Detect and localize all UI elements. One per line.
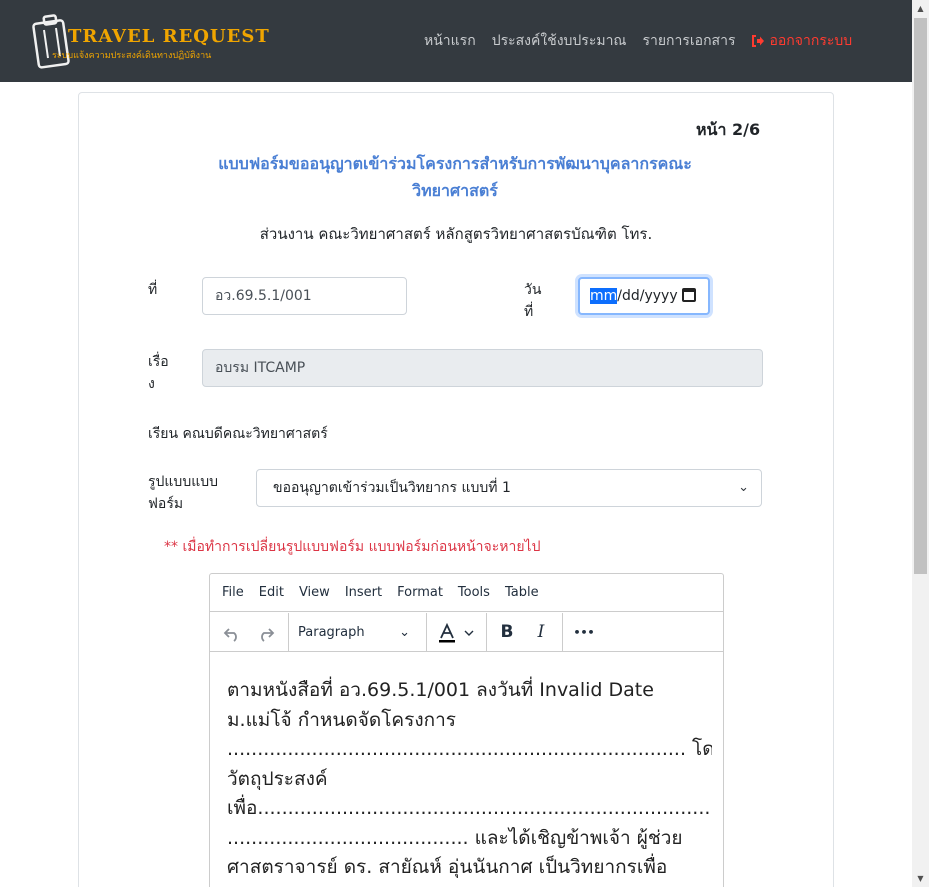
undo-icon [223, 627, 237, 642]
calendar-icon[interactable] [682, 288, 696, 302]
editor-line: ตามหนังสือที่ อว.69.5.1/001 ลงวันที่ Inv… [227, 679, 654, 701]
ref-number-input[interactable]: อว.69.5.1/001 [202, 277, 407, 315]
ref-label: ที่ [148, 282, 158, 298]
scrollbar-thumb[interactable] [914, 18, 927, 574]
page-number: หน้า 2/6 [696, 120, 761, 139]
menu-format[interactable]: Format [397, 585, 443, 600]
navbar: TRAVEL REQUEST ระบบแจ้งความประสงค์เดินทา… [0, 0, 912, 82]
editor-line: ........................................… [227, 738, 712, 760]
date-label-line-1: วัน [524, 282, 542, 298]
form-type-label: รูปแบบแบบ ฟอร์ม [148, 471, 218, 515]
text-color-button[interactable] [434, 613, 480, 652]
date-label: วัน ที่ [524, 279, 541, 323]
menu-insert[interactable]: Insert [345, 585, 382, 600]
editor-content[interactable]: ตามหนังสือที่ อว.69.5.1/001 ลงวันที่ Inv… [227, 676, 712, 883]
editor-line: เพื่อ...................................… [227, 797, 712, 819]
date-month-segment[interactable]: mm [590, 288, 618, 304]
toolbar-separator [562, 613, 563, 652]
menu-tools[interactable]: Tools [458, 585, 490, 600]
redo-button[interactable] [252, 613, 280, 652]
page-scrollbar[interactable]: ▲ ▼ [912, 0, 929, 887]
chevron-down-icon: ⌄ [399, 625, 410, 640]
nav-home-link[interactable]: หน้าแรก [424, 30, 476, 52]
editor-line: ม.แม่โจ้ กำหนดจัดโครงการ [227, 708, 456, 731]
block-format-label: Paragraph [298, 625, 365, 640]
warning-text: ** เมื่อทำการเปลี่ยนรูปแบบฟอร์ม แบบฟอร์ม… [164, 539, 541, 555]
department-text: ส่วนงาน คณะวิทยาศาสตร์ หลักสูตรวิทยาศาสต… [259, 225, 653, 243]
subject-label: เรื่อ ง [148, 351, 169, 395]
brand-title: TRAVEL REQUEST [68, 26, 270, 47]
menu-view[interactable]: View [299, 585, 330, 600]
menu-file[interactable]: File [222, 585, 244, 600]
form-type-label-line-1: รูปแบบแบบ [148, 474, 218, 490]
brand-logo[interactable]: TRAVEL REQUEST ระบบแจ้งความประสงค์เดินทา… [30, 12, 269, 70]
nav-links: หน้าแรก ประสงค์ใช้งบประมาณ รายการเอกสาร … [424, 30, 852, 52]
brand-subtitle: ระบบแจ้งความประสงค์เดินทางปฏิบัติงาน [52, 51, 212, 61]
logout-link[interactable]: ออกจากระบบ [751, 30, 852, 52]
editor-line: ศาสตราจารย์ ดร. สายัณห์ อุ่นนันกาศ เป็นว… [227, 856, 668, 878]
toolbar-separator [426, 613, 427, 652]
redo-icon [261, 627, 275, 642]
menu-edit[interactable]: Edit [259, 585, 284, 600]
to-text: เรียน คณบดีคณะวิทยาศาสตร์ [148, 426, 328, 442]
logout-icon [752, 35, 765, 47]
editor-line: ........................................… [227, 826, 683, 849]
date-label-line-2: ที่ [524, 304, 534, 320]
text-color-icon [439, 622, 474, 642]
form-title-line-1: แบบฟอร์มขออนุญาตเข้าร่วมโครงการสำหรับการ… [218, 154, 692, 173]
toolbar-separator [486, 613, 487, 652]
rich-text-editor: File Edit View Insert Format Tools Table… [209, 573, 724, 887]
form-type-selected-value: ขออนุญาตเข้าร่วมเป็นวิทยากร แบบที่ 1 [273, 480, 511, 496]
menu-table[interactable]: Table [505, 585, 539, 600]
nav-documents-link[interactable]: รายการเอกสาร [642, 30, 735, 52]
form-title: แบบฟอร์มขออนุญาตเข้าร่วมโครงการสำหรับการ… [160, 150, 750, 204]
editor-line: วัตถุประสงค์ [227, 767, 328, 790]
editor-menubar: File Edit View Insert Format Tools Table [210, 574, 723, 612]
undo-button[interactable] [218, 613, 246, 652]
form-type-label-line-2: ฟอร์ม [148, 496, 184, 512]
block-format-dropdown[interactable]: Paragraph ⌄ [298, 613, 418, 652]
date-rest-segment: /dd/yyyy [617, 288, 678, 304]
scroll-up-arrow-icon[interactable]: ▲ [912, 0, 929, 17]
form-type-select[interactable]: ขออนุญาตเข้าร่วมเป็นวิทยากร แบบที่ 1 ⌄ [256, 469, 762, 507]
chevron-down-icon: ⌄ [738, 480, 749, 495]
subject-input: อบรม ITCAMP [202, 349, 763, 387]
more-button[interactable]: ••• [570, 613, 598, 652]
italic-button[interactable]: I [528, 613, 554, 652]
bold-button[interactable]: B [494, 613, 520, 652]
scroll-down-arrow-icon[interactable]: ▼ [912, 870, 929, 887]
subject-label-line-1: เรื่อ [148, 354, 169, 370]
nav-budget-link[interactable]: ประสงค์ใช้งบประมาณ [492, 30, 627, 52]
form-title-line-2: วิทยาศาสตร์ [412, 181, 498, 200]
logout-label: ออกจากระบบ [769, 33, 853, 49]
date-input[interactable]: mm/dd/yyyy [578, 277, 710, 315]
toolbar-separator [288, 613, 289, 652]
editor-toolbar: Paragraph ⌄ B I ••• [210, 613, 723, 652]
subject-label-line-2: ง [148, 376, 155, 392]
